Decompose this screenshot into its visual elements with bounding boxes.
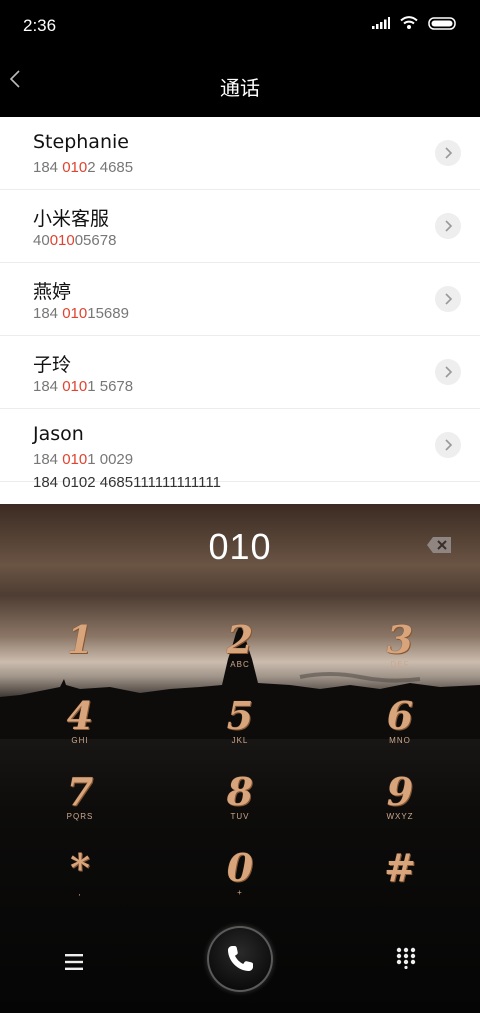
contact-row-stephanie[interactable]: Stephanie 184 0102 4685 [0, 117, 480, 190]
menu-icon[interactable] [63, 953, 85, 971]
contact-row-ziling[interactable]: 子玲 184 0101 5678 [0, 336, 480, 409]
key-3[interactable]: 3 DEF [340, 620, 460, 690]
key-letters: ABC [230, 660, 250, 669]
contact-name: Stephanie [33, 131, 129, 153]
key-letters: WXYZ [386, 812, 414, 821]
key-digit: * [70, 845, 90, 890]
key-star[interactable]: * , [20, 848, 140, 918]
contact-row-xiaomi-service[interactable]: 小米客服 4001005678 [0, 190, 480, 263]
dial-input-display[interactable]: 010 [0, 526, 480, 568]
key-4[interactable]: 4 GHI [20, 696, 140, 766]
call-button[interactable] [207, 926, 273, 992]
contact-name: 子玲 [33, 354, 72, 376]
contact-row-partial[interactable]: 184 0102 4685111111111111 [0, 474, 480, 502]
dialpad-panel: 010 1 2 ABC 3 DEF 4 GHI 5 JKL 6 MNO 7 PQ… [0, 504, 480, 1013]
contact-detail-button[interactable] [435, 213, 461, 239]
status-bar: 2:36 [0, 0, 480, 52]
key-letters: PQRS [66, 812, 94, 821]
key-digit: 3 [386, 617, 414, 662]
contact-row-yanting[interactable]: 燕婷 184 01015689 [0, 263, 480, 336]
key-letters: + [237, 888, 243, 897]
key-digit: 6 [386, 693, 414, 738]
contact-number: 184 0101 5678 [33, 378, 134, 395]
contact-detail-button[interactable] [435, 432, 461, 458]
key-digit: 8 [226, 769, 254, 814]
contact-detail-button[interactable] [435, 286, 461, 312]
key-8[interactable]: 8 TUV [180, 772, 300, 842]
key-9[interactable]: 9 WXYZ [340, 772, 460, 842]
chevron-right-icon [445, 147, 453, 159]
contact-name: 184 0102 4685111111111111 [33, 474, 221, 491]
chevron-right-icon [445, 220, 453, 232]
key-2[interactable]: 2 ABC [180, 620, 300, 690]
contact-number: 184 0102 4685 [33, 159, 134, 176]
key-hash[interactable]: # [340, 848, 460, 918]
page-title: 通话 [220, 76, 260, 100]
key-digit: 9 [386, 769, 414, 814]
key-digit: 2 [226, 617, 254, 662]
contact-name: Jason [33, 423, 84, 445]
key-digit: # [384, 845, 416, 890]
key-letters: , [78, 888, 82, 897]
contact-name: 燕婷 [33, 281, 72, 303]
backspace-icon[interactable] [426, 536, 452, 554]
top-nav-bar: 通话 [0, 52, 480, 117]
contact-row-jason[interactable]: Jason 184 0101 0029 [0, 409, 480, 482]
signal-icon [372, 17, 390, 29]
key-digit: 5 [226, 693, 254, 738]
chevron-right-icon [445, 293, 453, 305]
key-digit: 0 [226, 845, 254, 890]
contact-number: 184 01015689 [33, 305, 129, 322]
contact-detail-button[interactable] [435, 140, 461, 166]
key-letters: JKL [231, 736, 249, 745]
key-letters: MNO [389, 736, 411, 745]
status-time: 2:36 [23, 16, 57, 35]
key-digit: 4 [66, 693, 94, 738]
key-1[interactable]: 1 [20, 620, 140, 690]
key-6[interactable]: 6 MNO [340, 696, 460, 766]
key-letters: DEF [390, 660, 410, 669]
key-letters: GHI [71, 736, 89, 745]
contact-name: 小米客服 [33, 208, 110, 230]
battery-icon [428, 16, 456, 30]
key-0[interactable]: 0 + [180, 848, 300, 918]
chevron-right-icon [445, 439, 453, 451]
chevron-right-icon [445, 366, 453, 378]
contact-number: 4001005678 [33, 232, 117, 249]
key-7[interactable]: 7 PQRS [20, 772, 140, 842]
key-digit: 7 [66, 769, 94, 814]
key-5[interactable]: 5 JKL [180, 696, 300, 766]
key-digit: 1 [66, 617, 94, 662]
contact-detail-button[interactable] [435, 359, 461, 385]
contact-number: 184 0101 0029 [33, 451, 134, 468]
status-icons [372, 16, 458, 30]
wifi-icon [400, 16, 418, 29]
key-letters: TUV [230, 812, 250, 821]
keypad-icon[interactable] [396, 947, 416, 969]
phone-icon [228, 946, 253, 971]
contact-results-list[interactable]: Stephanie 184 0102 4685 小米客服 4001005678 … [0, 117, 480, 504]
